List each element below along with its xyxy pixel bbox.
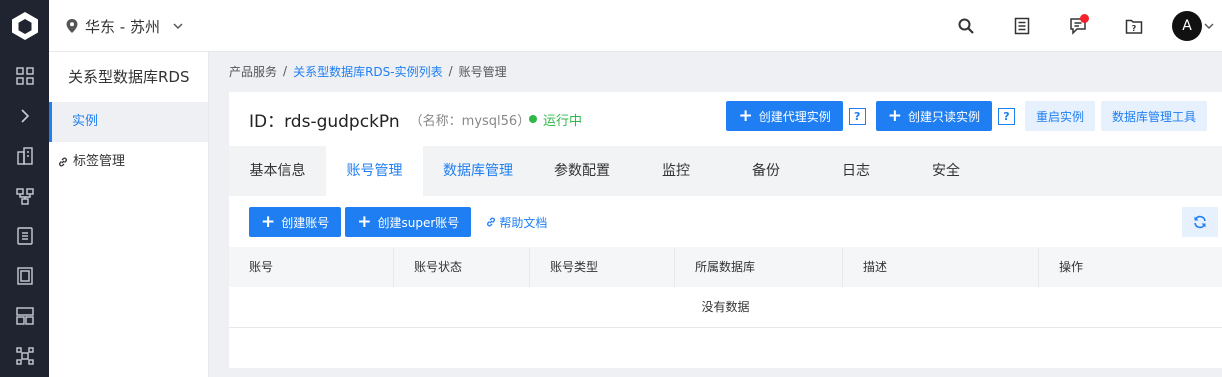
avatar: A [1172,11,1202,41]
rail-topology-button[interactable] [0,336,49,376]
table-header: 账号 账号状态 账号类型 所属数据库 描述 操作 [229,247,1222,287]
document-list-icon [1014,17,1030,35]
create-proxy-label: 创建代理实例 [758,109,831,124]
status-badge: 运行中 [529,92,582,146]
link-icon [59,157,67,167]
link-icon [487,217,496,227]
refresh-icon [1194,215,1206,229]
product-sidebar: 关系型数据库RDS 实例 标签管理 [49,52,209,377]
column-header: 账号状态 [394,247,530,287]
create-super-label: 创建super账号 [377,215,460,230]
region-selector[interactable]: 华东 - 苏州 [65,0,184,52]
instance-name: （名称：mysql56） [409,113,531,129]
rail-server-button[interactable] [0,256,49,296]
column-header: 账号类型 [530,247,675,287]
network-icon [15,188,34,205]
plus-icon: + [887,105,902,126]
help-center-button[interactable]: ? [1106,0,1162,52]
building-icon [16,147,33,165]
sidebar-title: 关系型数据库RDS [68,68,190,86]
rail-compute-button[interactable] [0,136,49,176]
create-account-label: 创建账号 [281,215,330,230]
empty-state: 没有数据 [229,287,1222,328]
db-tool-button[interactable]: 数据库管理工具 [1100,101,1207,131]
rail-list-button[interactable] [0,216,49,256]
user-menu[interactable]: A [1162,0,1222,52]
accounts-table: 账号 账号状态 账号类型 所属数据库 描述 操作 没有数据 [229,247,1222,328]
tab-parameters[interactable]: 参数配置 [533,146,631,196]
help-icon[interactable]: ? [997,107,1015,125]
tab-databases[interactable]: 数据库管理 [423,146,533,196]
help-icon[interactable]: ? [848,107,866,125]
grid-icon [15,67,34,85]
status-text: 运行中 [543,113,583,129]
search-button[interactable] [938,0,994,52]
breadcrumb: 产品服务 / 关系型数据库RDS-实例列表 / 账号管理 [229,60,507,82]
breadcrumb-separator: / [283,64,288,78]
sidebar-item-tags[interactable]: 标签管理 [49,142,208,182]
region-label: 华东 - 苏州 [85,17,160,36]
create-account-button[interactable]: + 创建账号 [249,207,342,237]
create-super-account-button[interactable]: + 创建super账号 [345,207,472,237]
svg-text:?: ? [1132,24,1137,33]
left-rail [0,0,49,377]
chevron-right-icon [20,109,29,123]
help-folder-icon: ? [1125,19,1143,34]
notification-dot [1080,14,1089,23]
column-header: 账号 [229,247,394,287]
sidebar-item-label: 标签管理 [73,154,126,169]
create-readonly-label: 创建只读实例 [907,109,980,124]
tab-bar: 基本信息 账号管理 数据库管理 参数配置 监控 备份 日志 安全 [229,146,1222,196]
plus-icon: + [738,105,753,126]
chevron-down-icon [1204,23,1214,29]
column-header: 操作 [1059,260,1084,274]
rail-network-button[interactable] [0,176,49,216]
plus-icon: + [261,211,276,232]
rail-grid-button[interactable] [0,56,49,96]
instance-card: ID：rds-gudpckPn （名称：mysql56） 运行中 + 创建代理实… [229,92,1222,368]
rail-layout-button[interactable] [0,296,49,336]
tab-logs[interactable]: 日志 [811,146,901,196]
instance-header: ID：rds-gudpckPn （名称：mysql56） 运行中 + 创建代理实… [229,92,1222,146]
tab-basic-info[interactable]: 基本信息 [229,146,326,196]
search-icon [958,18,974,34]
layout-icon [15,307,34,325]
location-pin-icon [66,19,78,33]
tab-security[interactable]: 安全 [901,146,991,196]
column-header: 描述 [843,247,1039,287]
column-header: 所属数据库 [675,247,843,287]
sidebar-item-label: 实例 [72,114,99,129]
tab-accounts[interactable]: 账号管理 [326,146,423,196]
status-dot [529,115,537,123]
message-button[interactable] [1050,0,1106,52]
instance-id-group: ID：rds-gudpckPn （名称：mysql56） [249,92,530,146]
tab-backup[interactable]: 备份 [721,146,811,196]
rail-expand-button[interactable] [0,96,49,136]
help-doc-label: 帮助文档 [499,215,548,230]
topology-icon [15,347,34,365]
top-bar: 华东 - 苏州 ? A [49,0,1222,52]
server-icon [16,267,33,285]
document-list-button[interactable] [994,0,1050,52]
create-proxy-button[interactable]: + 创建代理实例 [726,101,843,131]
sidebar-item-instances[interactable]: 实例 [49,102,208,142]
chevron-down-icon [173,23,183,30]
account-toolbar: + 创建账号 + 创建super账号 帮助文档 [249,207,547,237]
restart-button[interactable]: 重启实例 [1024,101,1095,131]
logo-icon [11,12,38,40]
breadcrumb-link[interactable]: 关系型数据库RDS-实例列表 [293,63,443,80]
instance-actions: + 创建代理实例 ? + 创建只读实例 ? 重启实例 数据库管理工具 [726,101,1207,131]
help-doc-link[interactable]: 帮助文档 [485,214,547,231]
breadcrumb-current: 账号管理 [458,64,507,79]
refresh-button[interactable] [1182,207,1218,237]
breadcrumb-item[interactable]: 产品服务 [229,63,277,80]
create-readonly-button[interactable]: + 创建只读实例 [875,101,992,131]
logo[interactable] [0,0,49,52]
breadcrumb-separator: / [448,64,453,78]
plus-icon: + [357,211,372,232]
list-icon [16,227,33,245]
instance-id: ID：rds-gudpckPn [249,111,400,132]
tab-monitoring[interactable]: 监控 [631,146,721,196]
